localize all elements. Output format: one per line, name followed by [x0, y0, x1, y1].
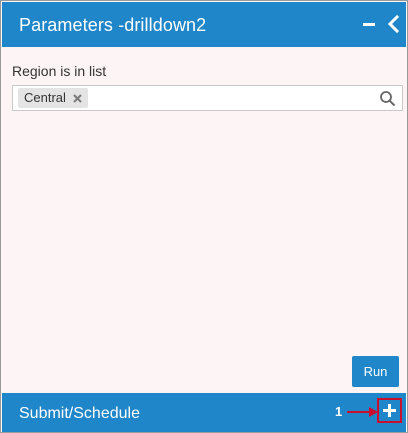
search-icon[interactable] [379, 90, 396, 107]
minus-icon[interactable] [358, 12, 380, 36]
submit-schedule-bar[interactable]: Submit/Schedule 1 [2, 393, 406, 432]
close-icon[interactable] [73, 93, 82, 103]
annotation-step-number: 1 [335, 404, 343, 419]
footer-title: Submit/Schedule [19, 405, 140, 422]
parameters-panel: Parameters -drilldown2 Region is in list… [0, 0, 408, 433]
panel-header: Parameters -drilldown2 [2, 2, 406, 47]
panel-title: Parameters -drilldown2 [19, 15, 207, 35]
chip-label: Central [24, 90, 66, 105]
region-multiselect-input[interactable]: Central [12, 85, 403, 111]
annotation-arrow-icon [346, 405, 380, 419]
chevron-left-icon[interactable] [383, 12, 405, 36]
selected-value-chip: Central [18, 88, 88, 108]
plus-icon[interactable] [377, 398, 402, 423]
run-button[interactable]: Run [352, 356, 399, 387]
parameter-label: Region is in list [12, 63, 107, 79]
